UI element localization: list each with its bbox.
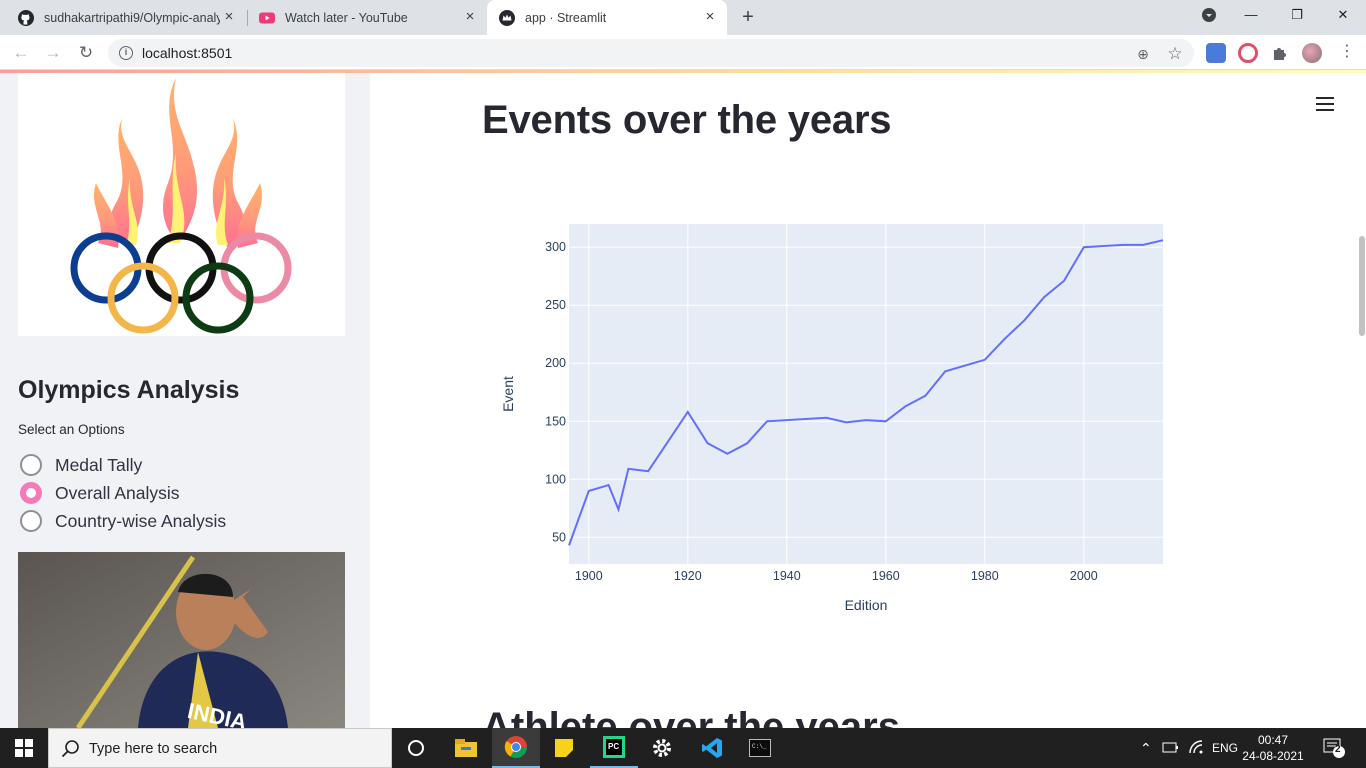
url-input[interactable]: i localhost:8501 ⊕ ☆: [108, 39, 1194, 67]
tab-title: app · Streamlit: [525, 10, 607, 25]
y-tick-label: 300: [545, 240, 566, 254]
vscode-icon[interactable]: [688, 728, 736, 768]
system-clock[interactable]: 00:47 24-08-2021: [1238, 732, 1308, 764]
y-tick-label: 150: [545, 414, 566, 428]
radio-overall-analysis[interactable]: Overall Analysis: [20, 482, 180, 504]
tab-title: sudhakartripathi9/Olympic-analy: [44, 10, 220, 25]
youtube-icon: [259, 10, 275, 26]
svg-text:C:\_: C:\_: [752, 743, 767, 750]
bookmark-star-icon[interactable]: ☆: [1166, 45, 1184, 63]
events-line-chart[interactable]: 1900 1920 1940 1960 1980 2000 50 100 150 200 250 3…: [500, 213, 1180, 633]
x-tick-label: 1940: [773, 569, 801, 583]
address-bar: ← → ↻ i localhost:8501 ⊕ ☆ ⋮: [0, 35, 1366, 70]
page-scrollbar[interactable]: [1359, 236, 1365, 336]
new-tab-button[interactable]: +: [737, 7, 759, 29]
tab-youtube[interactable]: Watch later - YouTube ×: [247, 0, 487, 35]
hamburger-menu-icon[interactable]: [1316, 97, 1334, 111]
chrome-icon[interactable]: [492, 728, 540, 768]
tab-github[interactable]: sudhakartripathi9/Olympic-analy ×: [6, 0, 246, 35]
streamlit-crown-icon: [499, 9, 515, 26]
forward-button[interactable]: →: [41, 41, 65, 65]
y-tick-label: 200: [545, 356, 566, 370]
tab-title: Watch later - YouTube: [285, 10, 408, 25]
extension-icon[interactable]: [1238, 43, 1258, 63]
settings-gear-icon[interactable]: [638, 728, 686, 768]
radio-circle-selected[interactable]: [20, 482, 42, 504]
plot-area[interactable]: [569, 224, 1163, 564]
olympic-logo-image: [18, 73, 345, 336]
radio-label: Overall Analysis: [55, 482, 180, 503]
battery-icon[interactable]: [1162, 740, 1180, 757]
radio-label: Country-wise Analysis: [55, 510, 227, 531]
notification-count: 2: [1335, 744, 1341, 755]
pycharm-icon[interactable]: PC: [590, 728, 638, 768]
windows-taskbar: Type here to search PC C:\_ ⌃ ENG 00:47 …: [0, 728, 1366, 768]
clock-date: 24-08-2021: [1242, 749, 1304, 763]
x-tick-label: 1920: [674, 569, 702, 583]
olympic-flame-rings-icon: [70, 78, 292, 334]
windows-start-icon[interactable]: [0, 728, 48, 768]
next-section-heading: Athlete over the years: [482, 705, 900, 728]
github-icon: [18, 9, 34, 26]
notification-center-icon[interactable]: 2: [1322, 737, 1346, 762]
translate-extension-icon[interactable]: [1206, 43, 1226, 63]
x-tick-label: 1900: [575, 569, 603, 583]
wifi-icon[interactable]: [1188, 740, 1204, 757]
clock-time: 00:47: [1257, 733, 1289, 747]
close-tab-icon[interactable]: ×: [463, 9, 477, 24]
search-icon: [61, 740, 79, 758]
extensions-puzzle-icon[interactable]: [1270, 43, 1290, 63]
browser-menu-icon[interactable]: ⋮: [1338, 43, 1356, 61]
athlete-photo: INDIA: [18, 552, 345, 728]
y-tick-labels: 50 100 150 200 250 300: [545, 240, 566, 544]
x-tick-label: 1960: [872, 569, 900, 583]
y-tick-label: 50: [552, 530, 566, 544]
close-tab-icon[interactable]: ×: [703, 9, 717, 24]
terminal-icon[interactable]: C:\_: [736, 728, 784, 768]
maximize-button[interactable]: ❐: [1274, 0, 1320, 30]
radio-label: Medal Tally: [55, 454, 143, 475]
main-content: Events over the years 1900 1920 1940 1960 19…: [370, 73, 1366, 728]
sidebar-title: Olympics Analysis: [18, 376, 240, 404]
sticky-notes-icon[interactable]: [540, 728, 588, 768]
reload-button[interactable]: ↻: [74, 41, 98, 65]
site-info-icon[interactable]: i: [119, 46, 133, 60]
x-tick-labels: 1900 1920 1940 1960 1980 2000: [575, 569, 1098, 583]
window-close-button[interactable]: ✕: [1320, 0, 1366, 30]
tab-streamlit[interactable]: app · Streamlit ×: [487, 0, 727, 35]
language-indicator[interactable]: ENG: [1212, 741, 1238, 755]
y-tick-label: 100: [545, 472, 566, 486]
svg-text:PC: PC: [608, 742, 619, 751]
url-text: localhost:8501: [142, 45, 233, 61]
file-explorer-icon[interactable]: [442, 728, 490, 768]
profile-dropdown-icon[interactable]: [1186, 0, 1232, 30]
browser-tab-bar: sudhakartripathi9/Olympic-analy × Watch …: [0, 0, 1366, 35]
page-heading: Events over the years: [482, 98, 892, 142]
tray-chevron-icon[interactable]: ⌃: [1140, 740, 1152, 757]
radio-circle[interactable]: [20, 510, 42, 532]
search-placeholder: Type here to search: [89, 741, 218, 757]
radio-country-wise-analysis[interactable]: Country-wise Analysis: [20, 510, 226, 532]
close-tab-icon[interactable]: ×: [222, 9, 236, 24]
x-tick-label: 2000: [1070, 569, 1098, 583]
x-tick-label: 1980: [971, 569, 999, 583]
sidebar: Olympics Analysis Select an Options Meda…: [0, 73, 370, 728]
zoom-icon[interactable]: ⊕: [1134, 45, 1152, 63]
profile-avatar[interactable]: [1302, 43, 1322, 63]
x-axis-label: Edition: [845, 597, 888, 613]
back-button[interactable]: ←: [9, 41, 33, 65]
y-tick-label: 250: [545, 298, 566, 312]
minimize-button[interactable]: —: [1228, 0, 1274, 30]
cortana-icon[interactable]: [392, 728, 440, 768]
y-axis-label: Event: [500, 376, 516, 412]
radio-medal-tally[interactable]: Medal Tally: [20, 454, 142, 476]
taskbar-search-input[interactable]: Type here to search: [48, 728, 392, 768]
radio-circle[interactable]: [20, 454, 42, 476]
radio-group-label: Select an Options: [18, 422, 125, 437]
